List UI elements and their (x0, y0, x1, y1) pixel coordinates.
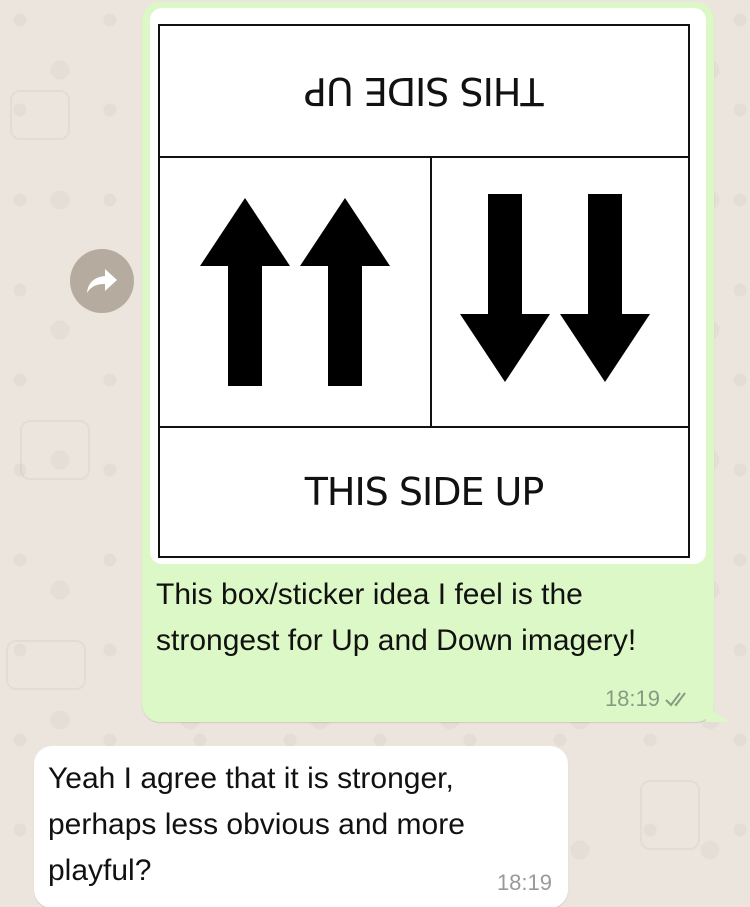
sticker-top-label: THIS SIDE UP (304, 69, 544, 113)
sticker-top-band: THIS SIDE UP (160, 26, 688, 158)
background-doodle (640, 780, 700, 850)
sticker-bottom-band: THIS SIDE UP (160, 426, 688, 556)
outgoing-bubble-tail (706, 706, 730, 722)
message-image[interactable]: THIS SIDE UP THIS SIDE UP (150, 8, 706, 564)
sticker-divider (430, 158, 432, 426)
background-doodle (6, 640, 86, 690)
this-side-up-sticker: THIS SIDE UP THIS SIDE UP (158, 24, 690, 558)
up-arrows-icon (200, 198, 390, 386)
background-doodle (10, 90, 70, 140)
incoming-message-bubble[interactable]: Yeah I agree that it is stronger, perhap… (34, 746, 568, 907)
outgoing-message-time: 18:19 (604, 686, 660, 711)
outgoing-message-meta: 18:19 (605, 686, 694, 712)
incoming-message-time: 18:19 (496, 870, 552, 895)
outgoing-message-text: This box/sticker idea I feel is the stro… (156, 578, 637, 657)
forward-button[interactable] (70, 249, 134, 313)
forward-arrow-icon (87, 269, 117, 293)
incoming-message-text: Yeah I agree that it is stronger, perhap… (48, 762, 465, 887)
double-check-read-icon (665, 692, 686, 707)
outgoing-message-bubble[interactable]: THIS SIDE UP THIS SIDE UP This box/stick… (142, 2, 714, 722)
background-doodle (20, 420, 90, 480)
sticker-bottom-label: THIS SIDE UP (304, 470, 545, 514)
down-arrows-icon (460, 194, 650, 382)
